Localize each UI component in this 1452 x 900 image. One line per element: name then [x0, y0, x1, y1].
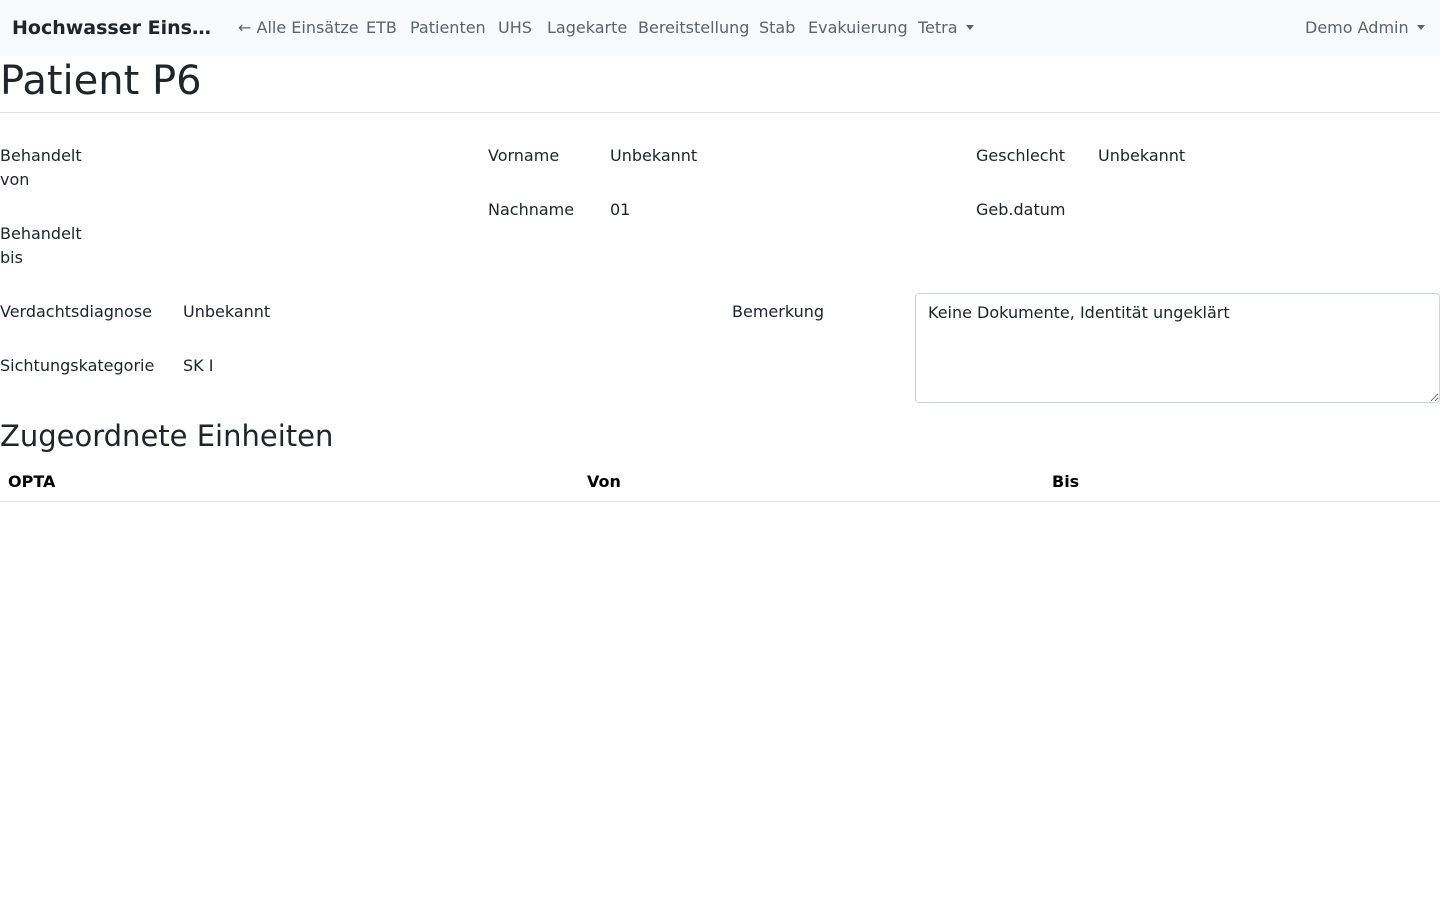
- vorname-value: Unbekannt: [610, 146, 698, 165]
- title-divider: [0, 112, 1440, 113]
- table-header-divider: [0, 501, 1440, 502]
- nachname-value: 01: [610, 200, 631, 219]
- behandelt-von-label: Behandelt von: [0, 146, 82, 189]
- navbar-brand[interactable]: Hochwasser Einsatz 2024: [12, 14, 218, 42]
- vorname-label: Vorname: [488, 146, 560, 165]
- page-title: Patient P6: [0, 58, 202, 104]
- nav-item-etb[interactable]: ETB: [366, 16, 397, 40]
- behandelt-bis-label: Behandelt bis: [0, 224, 82, 267]
- column-header-opta: OPTA: [8, 472, 56, 491]
- nav-back-all-operations[interactable]: ← Alle Einsätze: [238, 16, 359, 40]
- nachname-label: Nachname: [488, 200, 575, 219]
- user-menu-label: Demo Admin: [1305, 18, 1409, 37]
- nav-item-evakuierung[interactable]: Evakuierung: [808, 16, 908, 40]
- column-header-von: Von: [587, 472, 621, 491]
- caret-down-icon: [965, 25, 974, 30]
- nav-item-stab[interactable]: Stab: [759, 16, 795, 40]
- sichtungskategorie-value: SK I: [183, 356, 214, 375]
- user-menu-dropdown[interactable]: Demo Admin: [1305, 16, 1425, 40]
- nav-item-lagekarte[interactable]: Lagekarte: [547, 16, 627, 40]
- nav-dropdown-tetra[interactable]: Tetra: [918, 16, 974, 40]
- verdachtsdiagnose-value: Unbekannt: [183, 302, 271, 321]
- nav-item-patienten[interactable]: Patienten: [410, 16, 486, 40]
- gebdatum-label: Geb.datum: [976, 200, 1066, 219]
- geschlecht-label: Geschlecht: [976, 146, 1066, 165]
- units-section-title: Zugeordnete Einheiten: [0, 419, 334, 453]
- nav-item-uhs[interactable]: UHS: [498, 16, 532, 40]
- geschlecht-value: Unbekannt: [1098, 146, 1186, 165]
- caret-down-icon: [1416, 25, 1425, 30]
- bemerkung-label: Bemerkung: [732, 302, 825, 321]
- column-header-bis: Bis: [1052, 472, 1080, 491]
- nav-item-bereitstellung[interactable]: Bereitstellung: [638, 16, 749, 40]
- top-navbar: Hochwasser Einsatz 2024 ← Alle Einsätze …: [0, 0, 1440, 56]
- verdachtsdiagnose-label: Verdachtsdiagnose: [0, 302, 153, 321]
- nav-dropdown-tetra-label: Tetra: [918, 18, 958, 37]
- bemerkung-textarea[interactable]: Keine Dokumente, Identität ungeklärt: [915, 293, 1440, 403]
- sichtungskategorie-label: Sichtungskategorie: [0, 356, 155, 375]
